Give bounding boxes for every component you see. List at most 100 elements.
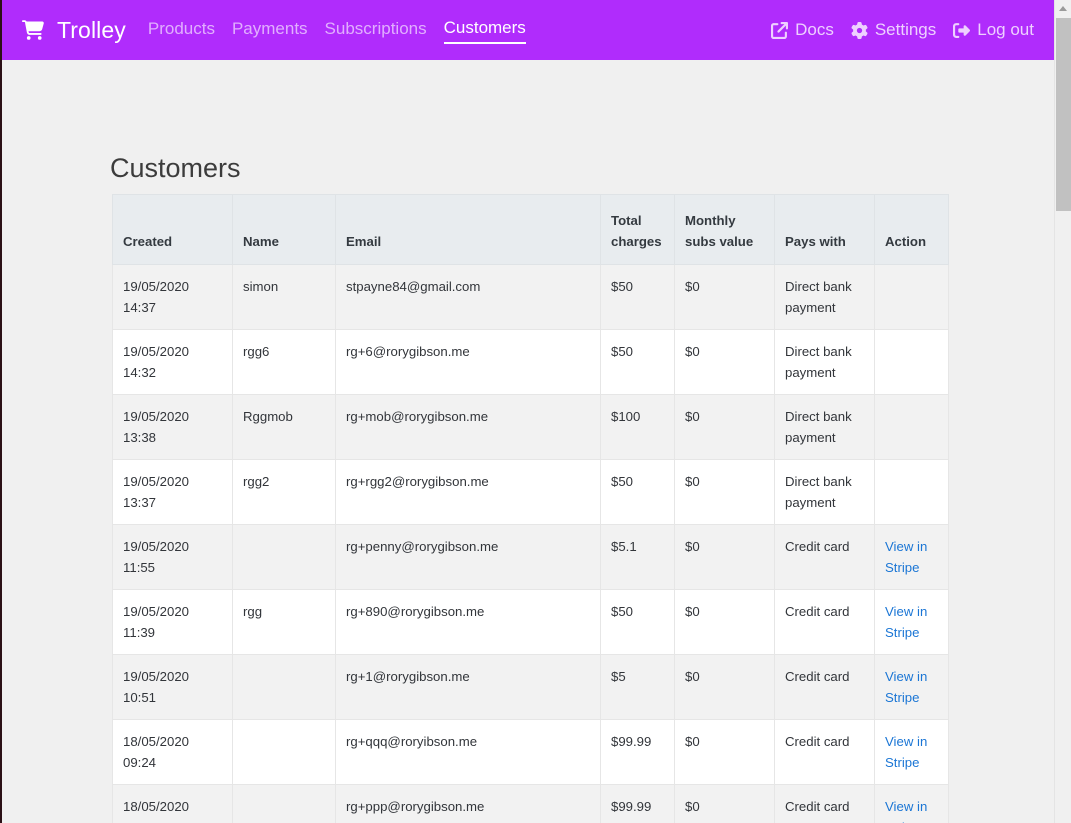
- customers-table-container: Created Name Email Total charges Monthly…: [112, 194, 949, 823]
- cell-monthly-subs-value: $0: [674, 329, 775, 395]
- table-head: Created Name Email Total charges Monthly…: [112, 194, 949, 265]
- created-date: 19/05/2020: [123, 539, 190, 554]
- nav-item-customers[interactable]: Customers: [443, 17, 526, 44]
- utility-navigation: Docs Settings Log out: [771, 20, 1034, 40]
- external-link-icon: [771, 21, 789, 39]
- docs-link[interactable]: Docs: [771, 20, 834, 40]
- view-in-stripe-link[interactable]: View in Stripe: [885, 536, 938, 578]
- scrollbar-thumb[interactable]: [1056, 18, 1071, 211]
- cell-monthly-subs-value: $0: [674, 264, 775, 330]
- created-date: 18/05/2020: [123, 734, 190, 749]
- cell-email: rg+qqq@roryibson.me: [335, 719, 601, 785]
- cell-total-charges: $50: [600, 264, 675, 330]
- cell-email: rg+mob@rorygibson.me: [335, 394, 601, 460]
- scroll-up-arrow-icon[interactable]: [1055, 0, 1071, 17]
- nav-item-subscriptions[interactable]: Subscriptions: [325, 18, 427, 43]
- column-header-name[interactable]: Name: [232, 194, 336, 265]
- cell-pays-with: Direct bank payment: [774, 264, 875, 330]
- cell-total-charges: $100: [600, 394, 675, 460]
- cell-action: View in Stripe: [874, 784, 949, 823]
- view-in-stripe-link[interactable]: View in Stripe: [885, 796, 938, 823]
- cell-pays-with: Credit card: [774, 654, 875, 720]
- view-in-stripe-link[interactable]: View in Stripe: [885, 601, 938, 643]
- cell-pays-with: Credit card: [774, 719, 875, 785]
- cell-total-charges: $5.1: [600, 524, 675, 590]
- column-header-monthly-subs-value[interactable]: Monthly subs value: [674, 194, 775, 265]
- cell-created: 18/05/2020 09:19: [112, 784, 233, 823]
- page-left-edge: [0, 0, 2, 823]
- cell-action: [874, 264, 949, 330]
- column-header-action[interactable]: Action: [874, 194, 949, 265]
- cell-name: [232, 524, 336, 590]
- cell-name: rgg2: [232, 459, 336, 525]
- brand-logo-link[interactable]: Trolley: [22, 17, 126, 44]
- column-header-pays-with[interactable]: Pays with: [774, 194, 875, 265]
- cell-email: stpayne84@gmail.com: [335, 264, 601, 330]
- table-row[interactable]: 19/05/2020 13:37 rgg2 rg+rgg2@rorygibson.me…: [112, 459, 949, 525]
- cell-action: [874, 329, 949, 395]
- sign-out-icon: [953, 22, 971, 39]
- created-time: 13:37: [123, 495, 157, 510]
- table-row[interactable]: 19/05/2020 10:51 rg+1@rorygibson.me $5 $0 Cre…: [112, 654, 949, 720]
- cell-pays-with: Credit card: [774, 524, 875, 590]
- column-header-email[interactable]: Email: [335, 194, 601, 265]
- settings-link[interactable]: Settings: [851, 20, 936, 40]
- created-time: 14:32: [123, 365, 157, 380]
- created-date: 19/05/2020: [123, 669, 190, 684]
- table-row[interactable]: 19/05/2020 14:32 rgg6 rg+6@rorygibson.me $50…: [112, 329, 949, 395]
- created-time: 11:55: [123, 560, 156, 575]
- docs-label: Docs: [795, 20, 834, 39]
- cell-created: 19/05/2020 14:37: [112, 264, 233, 330]
- logout-link[interactable]: Log out: [953, 20, 1034, 40]
- column-header-created[interactable]: Created: [112, 194, 233, 265]
- cell-action: [874, 394, 949, 460]
- table-row[interactable]: 19/05/2020 13:38 Rggmob rg+mob@rorygibson.m…: [112, 394, 949, 460]
- cell-email: rg+890@rorygibson.me: [335, 589, 601, 655]
- cell-action: [874, 459, 949, 525]
- cell-total-charges: $5: [600, 654, 675, 720]
- logout-label: Log out: [977, 20, 1034, 39]
- cell-total-charges: $99.99: [600, 784, 675, 823]
- column-header-total-charges[interactable]: Total charges: [600, 194, 675, 265]
- created-date: 19/05/2020: [123, 279, 190, 294]
- nav-item-payments[interactable]: Payments: [232, 18, 308, 43]
- cell-created: 18/05/2020 09:24: [112, 719, 233, 785]
- table-row[interactable]: 19/05/2020 14:37 simon stpayne84@gmail.com $…: [112, 264, 949, 330]
- created-time: 13:38: [123, 430, 157, 445]
- page-title: Customers: [110, 153, 241, 183]
- cell-pays-with: Direct bank payment: [774, 329, 875, 395]
- vertical-scrollbar[interactable]: [1054, 0, 1071, 823]
- table-row[interactable]: 18/05/2020 09:24 rg+qqq@roryibson.me $99.99…: [112, 719, 949, 785]
- created-time: 11:39: [123, 625, 156, 640]
- view-in-stripe-link[interactable]: View in Stripe: [885, 731, 938, 773]
- view-in-stripe-link[interactable]: View in Stripe: [885, 666, 938, 708]
- table-row[interactable]: 18/05/2020 09:19 rg+ppp@rorygibson.me$99.9…: [112, 784, 949, 823]
- cell-total-charges: $99.99: [600, 719, 675, 785]
- gear-icon: [851, 21, 868, 39]
- cell-email: rg+rgg2@rorygibson.me: [335, 459, 601, 525]
- nav-item-products[interactable]: Products: [148, 18, 215, 43]
- cell-name: Rggmob: [232, 394, 336, 460]
- cell-name: simon: [232, 264, 336, 330]
- cell-name: [232, 719, 336, 785]
- cell-action: View in Stripe: [874, 654, 949, 720]
- browser-viewport: Trolley Products Payments Subscriptions …: [0, 0, 1071, 823]
- cell-action: View in Stripe: [874, 719, 949, 785]
- cell-email: rg+penny@rorygibson.me: [335, 524, 601, 590]
- cell-email: rg+6@rorygibson.me: [335, 329, 601, 395]
- cell-created: 19/05/2020 11:39: [112, 589, 233, 655]
- created-date: 19/05/2020: [123, 604, 190, 619]
- created-date: 19/05/2020: [123, 409, 190, 424]
- settings-label: Settings: [874, 20, 937, 39]
- cell-created: 19/05/2020 10:51: [112, 654, 233, 720]
- shopping-cart-icon: [22, 19, 44, 41]
- cell-monthly-subs-value: $0: [674, 394, 775, 460]
- cell-monthly-subs-value: $0: [674, 654, 775, 720]
- cell-name: rgg6: [232, 329, 336, 395]
- cell-pays-with: Direct bank payment: [774, 459, 875, 525]
- customers-table: Created Name Email Total charges Monthly…: [112, 194, 949, 823]
- cell-created: 19/05/2020 14:32: [112, 329, 233, 395]
- table-row[interactable]: 19/05/2020 11:39 rgg rg+890@rorygibson.me $5…: [112, 589, 949, 655]
- table-row[interactable]: 19/05/2020 11:55 rg+penny@rorygibson.me $5.…: [112, 524, 949, 590]
- cell-created: 19/05/2020 11:55: [112, 524, 233, 590]
